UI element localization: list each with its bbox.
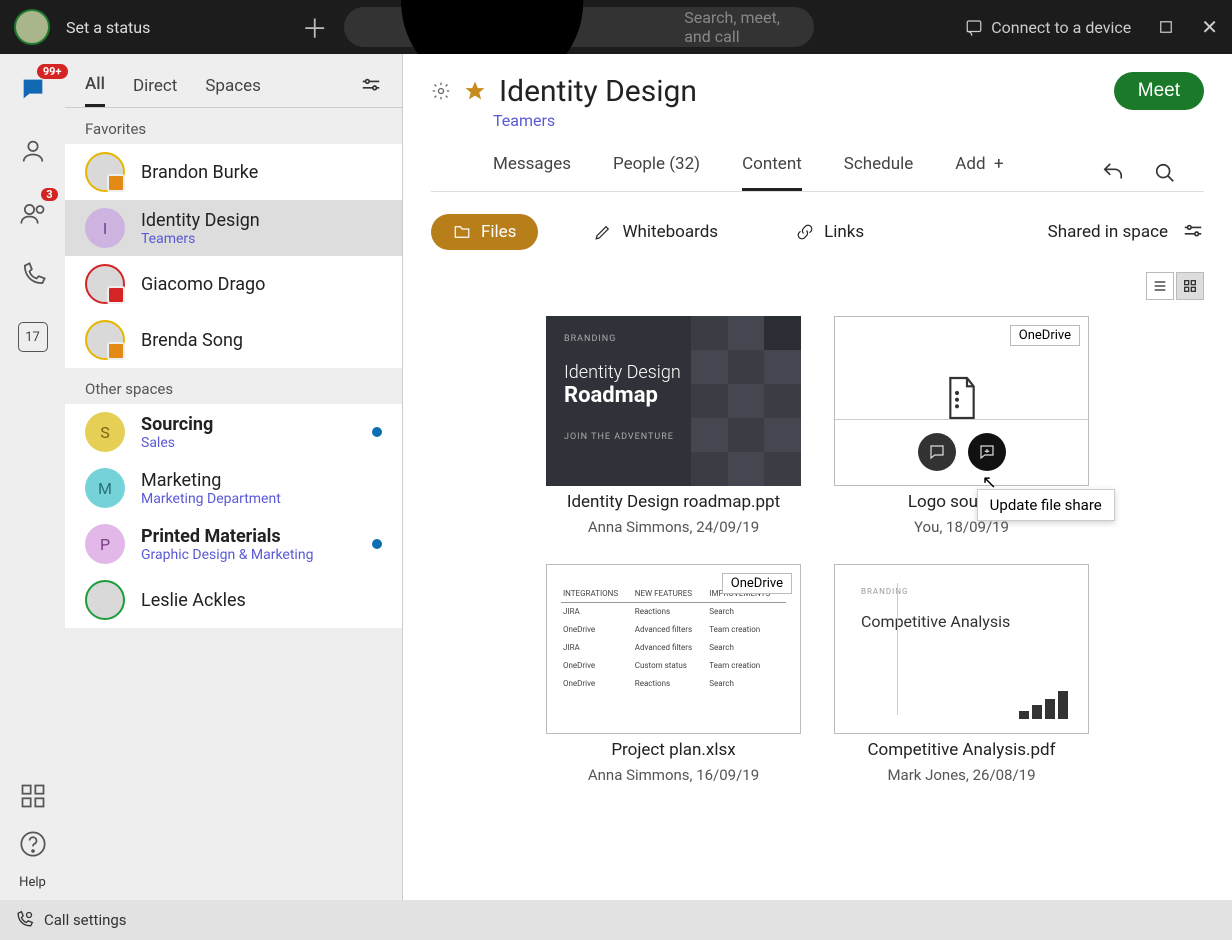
- file-name: Identity Design roadmap.ppt: [567, 492, 780, 512]
- file-grid: BRANDING Identity Design Roadmap JOIN TH…: [403, 308, 1232, 792]
- grid-view-icon[interactable]: [1176, 272, 1204, 300]
- maximize-icon[interactable]: [1157, 18, 1175, 36]
- topbar: Set a status ＋ Search, meet, and call Co…: [0, 0, 1232, 54]
- search-input[interactable]: Search, meet, and call: [344, 7, 814, 47]
- sidebar: All Direct Spaces Favorites Brandon Burk…: [65, 54, 403, 900]
- list-view-icon[interactable]: [1146, 272, 1174, 300]
- file-thumb: BRANDING Identity Design Roadmap JOIN TH…: [546, 316, 801, 486]
- help-nav-icon[interactable]: [16, 827, 50, 861]
- sidebar-tabs: All Direct Spaces: [65, 54, 402, 108]
- cursor-icon: ↖: [982, 472, 997, 493]
- content-type-row: Files Whiteboards Links Shared in space: [403, 192, 1232, 272]
- user-avatar[interactable]: [14, 9, 50, 45]
- file-name: Project plan.xlsx: [611, 740, 735, 760]
- filter-icon: [1182, 221, 1204, 243]
- document-icon: [942, 374, 982, 422]
- file-card[interactable]: BRANDING Competitive Analysis Competitiv…: [832, 564, 1092, 784]
- file-meta: Anna Simmons, 24/09/19: [588, 518, 759, 536]
- team-link[interactable]: Teamers: [493, 111, 1204, 130]
- unread-dot: [372, 427, 382, 437]
- favorites-label: Favorites: [65, 108, 402, 144]
- chat-action-icon[interactable]: [918, 433, 956, 471]
- pill-files[interactable]: Files: [431, 214, 538, 250]
- contacts-nav-icon[interactable]: 3: [16, 196, 50, 230]
- cloud-tag: OneDrive: [722, 573, 792, 594]
- page-title: Identity Design: [499, 74, 697, 109]
- chat-nav-icon[interactable]: 99+: [16, 72, 50, 106]
- top-right-icons: Connect to a device ✕: [965, 15, 1218, 39]
- tab-content[interactable]: Content: [742, 154, 802, 191]
- tab-all[interactable]: All: [85, 64, 105, 107]
- file-card[interactable]: BRANDING Identity Design Roadmap JOIN TH…: [544, 316, 804, 536]
- unread-dot: [372, 539, 382, 549]
- file-thumb: OneDrive Update file share ↖: [834, 316, 1089, 486]
- tab-messages[interactable]: Messages: [493, 154, 571, 191]
- search-placeholder: Search, meet, and call: [684, 8, 796, 46]
- file-meta: Mark Jones, 26/08/19: [887, 766, 1035, 784]
- cast-icon: [965, 18, 983, 36]
- sidebar-item-marketing[interactable]: M Marketing Marketing Department: [65, 460, 402, 516]
- tab-direct[interactable]: Direct: [133, 66, 177, 106]
- reply-icon[interactable]: [1102, 162, 1124, 184]
- sidebar-item-leslie[interactable]: Leslie Ackles: [65, 572, 402, 628]
- sidebar-item-sourcing[interactable]: S Sourcing Sales: [65, 404, 402, 460]
- file-meta: Anna Simmons, 16/09/19: [588, 766, 759, 784]
- status-text[interactable]: Set a status: [66, 18, 150, 37]
- bottom-bar: Call settings: [0, 900, 1232, 940]
- plus-icon[interactable]: ＋: [302, 9, 328, 46]
- tab-spaces[interactable]: Spaces: [205, 66, 261, 106]
- tab-schedule[interactable]: Schedule: [844, 154, 913, 191]
- meet-button[interactable]: Meet: [1114, 72, 1204, 110]
- close-icon[interactable]: ✕: [1201, 15, 1218, 39]
- contacts-badge: 3: [41, 188, 57, 201]
- search-icon[interactable]: [1154, 162, 1176, 184]
- filter-icon[interactable]: [360, 75, 382, 97]
- cloud-tag: OneDrive: [1010, 325, 1080, 346]
- pill-links[interactable]: Links: [774, 214, 886, 250]
- chat-badge: 99+: [37, 64, 68, 79]
- content-area: Identity Design Meet Teamers Messages Pe…: [403, 54, 1232, 900]
- gear-icon[interactable]: [431, 81, 451, 101]
- sidebar-item-printed[interactable]: P Printed Materials Graphic Design & Mar…: [65, 516, 402, 572]
- apps-nav-icon[interactable]: [16, 779, 50, 813]
- pill-whiteboards[interactable]: Whiteboards: [572, 214, 740, 250]
- help-label: Help: [19, 875, 46, 890]
- teams-nav-icon[interactable]: [16, 134, 50, 168]
- file-thumb: OneDrive INTEGRATIONS NEW FEATURES IMPRO…: [546, 564, 801, 734]
- content-tabs: Messages People (32) Content Schedule Ad…: [431, 130, 1204, 192]
- file-name: Competitive Analysis.pdf: [867, 740, 1055, 760]
- other-spaces-label: Other spaces: [65, 368, 402, 404]
- calendar-nav-icon[interactable]: 17: [16, 320, 50, 354]
- call-settings-icon[interactable]: [14, 910, 34, 930]
- tooltip: Update file share: [977, 489, 1115, 521]
- file-card[interactable]: OneDrive INTEGRATIONS NEW FEATURES IMPRO…: [544, 564, 804, 784]
- file-thumb: BRANDING Competitive Analysis: [834, 564, 1089, 734]
- navigation-rail: 99+ 3 17 Help: [0, 54, 65, 900]
- call-settings-label[interactable]: Call settings: [44, 911, 127, 929]
- shared-filter[interactable]: Shared in space: [1048, 221, 1204, 243]
- sidebar-item-identity[interactable]: I Identity Design Teamers: [65, 200, 402, 256]
- sidebar-item-giacomo[interactable]: Giacomo Drago: [65, 256, 402, 312]
- tab-people[interactable]: People (32): [613, 154, 700, 191]
- calls-nav-icon[interactable]: [16, 258, 50, 292]
- connect-device[interactable]: Connect to a device: [965, 18, 1131, 37]
- tab-add[interactable]: Add +: [955, 154, 1003, 191]
- sidebar-item-brenda[interactable]: Brenda Song: [65, 312, 402, 368]
- file-card[interactable]: OneDrive Update file share ↖ Logo source…: [832, 316, 1092, 536]
- star-icon[interactable]: [465, 81, 485, 101]
- sidebar-item-brandon[interactable]: Brandon Burke: [65, 144, 402, 200]
- update-share-icon[interactable]: [968, 433, 1006, 471]
